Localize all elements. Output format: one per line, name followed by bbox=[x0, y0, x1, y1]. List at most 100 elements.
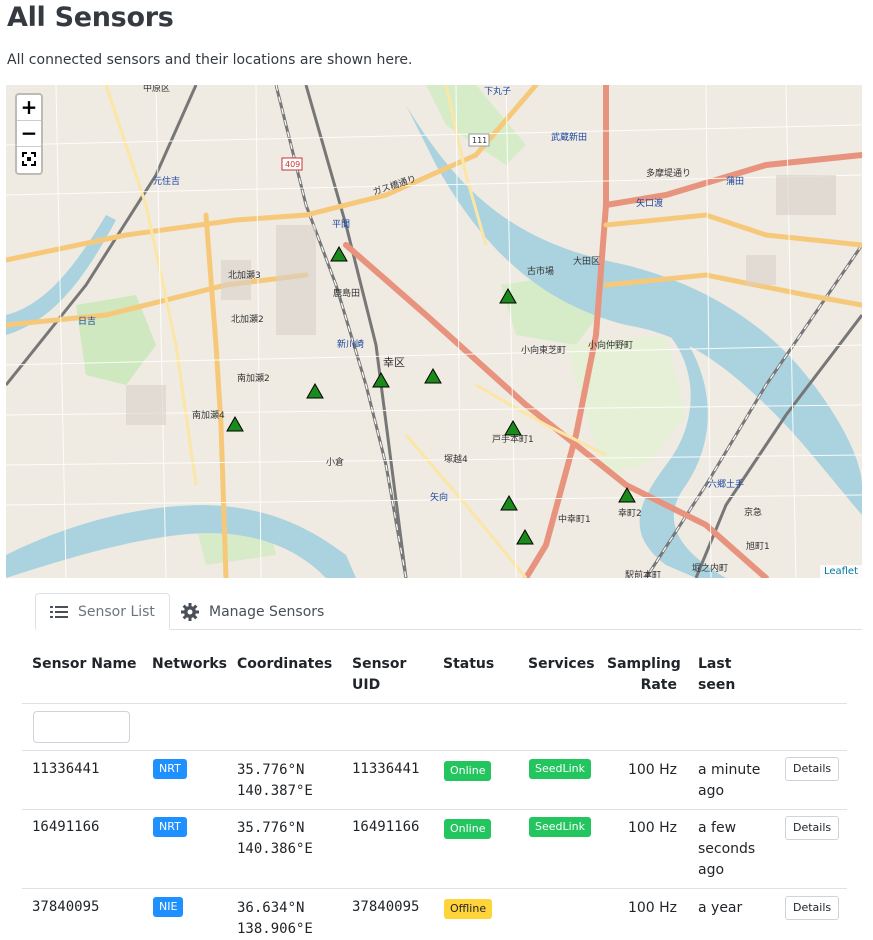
svg-text:中幸町1: 中幸町1 bbox=[558, 513, 591, 525]
svg-text:塚越4: 塚越4 bbox=[444, 453, 468, 465]
latitude: 35.776°N bbox=[237, 762, 305, 778]
zoom-in-button[interactable]: + bbox=[17, 95, 41, 121]
last-seen-line: a year bbox=[698, 900, 743, 916]
column-header-status[interactable]: Status bbox=[443, 654, 494, 675]
column-header-sampling-rate[interactable]: Sampling Rate bbox=[607, 654, 681, 696]
header-line: UID bbox=[352, 677, 381, 693]
latitude: 35.776°N bbox=[237, 820, 305, 836]
svg-text:111: 111 bbox=[472, 136, 487, 145]
details-button[interactable]: Details bbox=[785, 896, 840, 920]
sensor-marker-icon[interactable] bbox=[504, 420, 522, 436]
svg-text:409: 409 bbox=[285, 160, 300, 169]
service-badge: SeedLink bbox=[529, 759, 592, 779]
name-filter-input[interactable] bbox=[33, 711, 130, 743]
header-line: seen bbox=[698, 677, 736, 693]
sensor-map[interactable]: 中原区 下丸子 武蔵新田 多摩堤通り 蒲田 矢口渡 元住吉 平間 鹿島田 新川崎… bbox=[6, 85, 862, 578]
sampling-rate: 100 Hz bbox=[627, 762, 677, 778]
sensor-marker-icon[interactable] bbox=[516, 529, 534, 545]
tab-sensor-list[interactable]: Sensor List bbox=[35, 593, 170, 630]
svg-text:幸区: 幸区 bbox=[383, 356, 405, 369]
svg-text:新川崎: 新川崎 bbox=[337, 338, 364, 350]
sampling-rate: 100 Hz bbox=[627, 820, 677, 836]
map-attribution[interactable]: Leaflet bbox=[819, 565, 862, 578]
header-divider bbox=[22, 703, 847, 704]
header-line: Sensor bbox=[352, 656, 407, 672]
page-description: All connected sensors and their location… bbox=[7, 52, 413, 68]
svg-text:中原区: 中原区 bbox=[143, 85, 170, 94]
sensor-marker-icon[interactable] bbox=[424, 368, 442, 384]
tab-bar: Sensor List Manage Sensors bbox=[35, 593, 862, 630]
sensor-marker-icon[interactable] bbox=[306, 383, 324, 399]
sensor-marker-icon[interactable] bbox=[372, 372, 390, 388]
svg-text:大田区: 大田区 bbox=[573, 255, 600, 267]
sensor-name: 16491166 bbox=[32, 819, 100, 835]
sampling-rate: 100 Hz bbox=[627, 900, 677, 916]
latitude: 36.634°N bbox=[237, 900, 305, 916]
svg-text:小倉: 小倉 bbox=[326, 456, 344, 468]
svg-text:日吉: 日吉 bbox=[78, 316, 96, 327]
filter-divider bbox=[22, 750, 847, 751]
column-header-coordinates[interactable]: Coordinates bbox=[237, 654, 332, 675]
row-divider bbox=[22, 888, 847, 889]
svg-text:北加瀬3: 北加瀬3 bbox=[228, 269, 261, 281]
svg-text:南加瀬4: 南加瀬4 bbox=[192, 409, 225, 421]
svg-text:南加瀬2: 南加瀬2 bbox=[237, 372, 270, 384]
svg-text:平間: 平間 bbox=[332, 219, 350, 230]
column-header-name[interactable]: Sensor Name bbox=[32, 654, 137, 675]
details-button[interactable]: Details bbox=[785, 757, 840, 781]
sensor-marker-icon[interactable] bbox=[226, 416, 244, 432]
status-badge: Online bbox=[444, 819, 492, 839]
svg-text:幸町2: 幸町2 bbox=[618, 508, 642, 519]
status-badge: Offline bbox=[444, 899, 493, 919]
network-badge: NRT bbox=[153, 759, 187, 779]
page-title: All Sensors bbox=[7, 2, 174, 33]
coordinates: 35.776°N 140.387°E bbox=[237, 760, 313, 802]
status-badge: Online bbox=[444, 761, 492, 781]
svg-text:京急: 京急 bbox=[744, 506, 762, 518]
zoom-control: + − bbox=[15, 93, 43, 175]
longitude: 138.906°E bbox=[237, 921, 313, 937]
sensor-uid: 16491166 bbox=[352, 819, 420, 835]
last-seen: a minute ago bbox=[698, 760, 760, 802]
last-seen-line: ago bbox=[698, 783, 725, 799]
column-header-services[interactable]: Services bbox=[528, 654, 595, 675]
svg-text:小向東芝町: 小向東芝町 bbox=[521, 344, 566, 356]
tab-manage-sensors[interactable]: Manage Sensors bbox=[167, 593, 338, 630]
tab-label: Manage Sensors bbox=[209, 603, 325, 620]
sensor-marker-icon[interactable] bbox=[499, 288, 517, 304]
header-line: Last bbox=[698, 656, 732, 672]
sensor-marker-icon[interactable] bbox=[330, 246, 348, 262]
svg-text:矢向: 矢向 bbox=[430, 491, 448, 503]
list-icon bbox=[50, 605, 68, 618]
svg-text:古市場: 古市場 bbox=[527, 265, 554, 277]
sensor-uid: 11336441 bbox=[352, 761, 420, 777]
last-seen: a few seconds ago bbox=[698, 818, 755, 881]
svg-text:蒲田: 蒲田 bbox=[726, 175, 744, 187]
sensor-uid: 37840095 bbox=[352, 899, 420, 915]
zoom-out-button[interactable]: − bbox=[17, 121, 41, 147]
column-header-last-seen[interactable]: Last seen bbox=[698, 654, 735, 696]
svg-text:旭町1: 旭町1 bbox=[746, 540, 770, 552]
last-seen-line: seconds bbox=[698, 841, 756, 857]
column-header-uid[interactable]: Sensor UID bbox=[352, 654, 406, 696]
sensor-marker-icon[interactable] bbox=[618, 487, 636, 503]
svg-text:矢口渡: 矢口渡 bbox=[636, 197, 663, 209]
svg-text:小向仲野町: 小向仲野町 bbox=[588, 339, 633, 351]
sensor-name: 37840095 bbox=[32, 899, 100, 915]
sensor-marker-icon[interactable] bbox=[500, 495, 518, 511]
fullscreen-icon[interactable] bbox=[17, 147, 41, 173]
tab-label: Sensor List bbox=[78, 603, 155, 620]
last-seen-line: a minute bbox=[698, 762, 761, 778]
details-button[interactable]: Details bbox=[785, 816, 840, 840]
svg-text:駅前本町: 駅前本町 bbox=[625, 569, 661, 578]
column-header-networks[interactable]: Networks bbox=[152, 654, 227, 675]
svg-text:元住吉: 元住吉 bbox=[153, 175, 180, 187]
svg-text:多摩堤通り: 多摩堤通り bbox=[646, 167, 691, 179]
coordinates: 35.776°N 140.386°E bbox=[237, 818, 313, 860]
last-seen: a year bbox=[698, 898, 742, 919]
svg-text:堀之内町: 堀之内町 bbox=[692, 562, 728, 574]
header-line: Sampling bbox=[607, 656, 681, 672]
network-badge: NIE bbox=[153, 897, 184, 917]
svg-text:北加瀬2: 北加瀬2 bbox=[231, 313, 264, 325]
last-seen-line: ago bbox=[698, 862, 725, 878]
